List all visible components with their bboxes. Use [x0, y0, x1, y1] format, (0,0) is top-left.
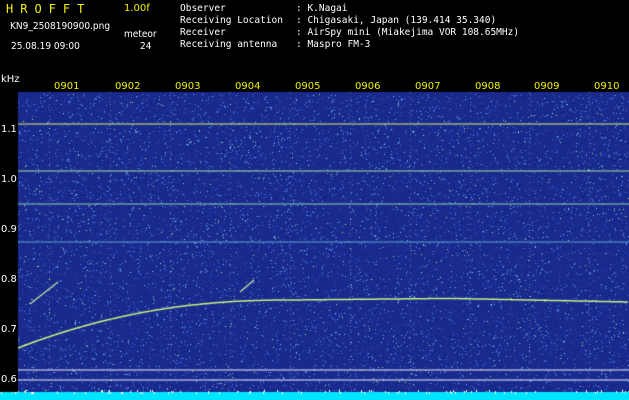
x-tick-label: 0908: [475, 81, 501, 92]
y-tick-label: 0.7: [1, 324, 17, 335]
x-tick-label: 0904: [235, 81, 261, 92]
header-panel: HROFFT 1.00f KN9_2508190900.png meteor 2…: [0, 0, 629, 76]
y-tick-label: 0.6: [1, 374, 17, 385]
location-value: : Chigasaki, Japan (139.414 35.340): [296, 15, 497, 26]
y-axis-unit: kHz: [1, 74, 20, 85]
x-tick-label: 0907: [415, 81, 441, 92]
receiver-value: : AirSpy mini (Miakejima VOR 108.65MHz): [296, 27, 520, 38]
app-version: 1.00f: [124, 3, 150, 14]
observer-value: : K.Nagai: [296, 3, 348, 14]
x-tick-label: 0910: [594, 81, 620, 92]
file-name: KN9_2508190900.png: [10, 21, 111, 32]
meteor-count: 24: [140, 41, 152, 52]
spectrogram-plot: [0, 76, 629, 400]
x-tick-label: 0902: [115, 81, 141, 92]
x-tick-label: 0906: [355, 81, 381, 92]
receiver-label: Receiver: [180, 27, 226, 38]
y-tick-label: 0.8: [1, 274, 17, 285]
antenna-label: Receiving antenna: [180, 39, 278, 50]
location-label: Receiving Location: [180, 15, 283, 26]
x-tick-label: 0905: [295, 81, 321, 92]
x-tick-label: 0909: [534, 81, 560, 92]
x-tick-label: 0901: [54, 81, 80, 92]
antenna-value: : Maspro FM-3: [296, 39, 371, 50]
app-logo: HROFFT: [6, 2, 92, 16]
y-tick-label: 1.0: [1, 174, 17, 185]
y-tick-label: 1.1: [1, 124, 17, 135]
meteor-label: meteor: [124, 29, 157, 40]
date-time: 25.08.19 09:00: [11, 41, 80, 52]
observer-label: Observer: [180, 3, 226, 14]
x-tick-label: 0903: [175, 81, 201, 92]
y-tick-label: 0.9: [1, 224, 17, 235]
